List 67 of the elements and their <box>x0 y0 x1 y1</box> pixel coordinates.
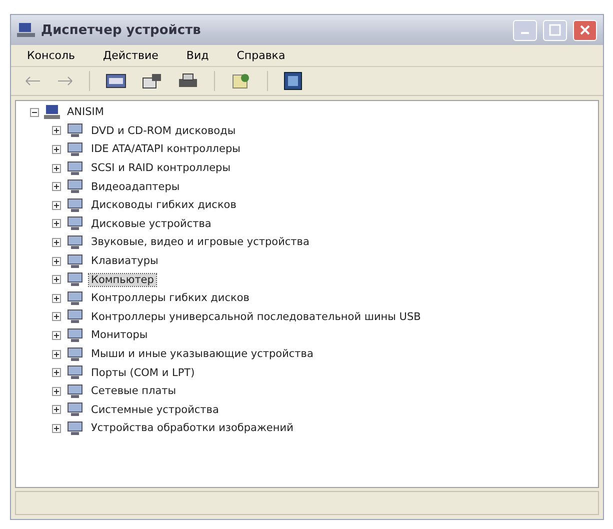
tree-item[interactable]: Контроллеры гибких дисков <box>89 292 252 304</box>
menu-item[interactable]: Вид <box>186 49 209 62</box>
printer-icon[interactable] <box>178 73 198 89</box>
tree-item[interactable]: Контроллеры универсальной последовательной шины USB <box>89 310 423 323</box>
expand-icon[interactable] <box>52 275 61 284</box>
device-icon <box>66 254 84 269</box>
close-icon <box>579 24 591 36</box>
expand-icon[interactable] <box>52 405 61 414</box>
tree-item[interactable]: Сетевые платы <box>89 385 178 398</box>
expand-icon[interactable] <box>52 368 61 378</box>
expand-icon[interactable] <box>52 200 61 210</box>
expand-icon[interactable] <box>52 238 61 247</box>
properties-icon[interactable] <box>142 73 162 89</box>
expand-icon[interactable] <box>52 182 61 192</box>
tree-item[interactable]: Порты (COM и LPT) <box>89 366 197 379</box>
close-button[interactable] <box>573 20 597 40</box>
tree-item[interactable]: Звуковые, видео и игровые устройства <box>89 236 312 248</box>
menu-item[interactable]: Справка <box>236 49 286 62</box>
device-icon <box>66 402 84 418</box>
device-icon <box>66 216 84 232</box>
menu-item[interactable]: Консоль <box>27 49 76 62</box>
minimize-icon <box>521 32 529 34</box>
computer-icon <box>17 22 35 38</box>
device-icon <box>66 234 84 250</box>
tree-item[interactable]: Клавиатуры <box>89 255 160 268</box>
tree-item[interactable]: Дисководы гибких дисков <box>89 199 238 212</box>
tree-item[interactable]: Устройства обработки изображений <box>89 422 296 434</box>
expand-icon[interactable] <box>52 312 61 322</box>
device-icon <box>66 123 84 138</box>
device-icon <box>66 142 84 157</box>
window-title: Диспетчер устройств <box>41 22 202 38</box>
device-icon <box>66 272 84 288</box>
expand-icon[interactable] <box>52 386 61 396</box>
menu-item[interactable]: Действие <box>103 49 158 62</box>
device-icon <box>66 346 84 362</box>
tree-item[interactable]: Мониторы <box>89 329 150 342</box>
device-icon <box>66 309 84 324</box>
collapse-icon[interactable] <box>30 108 39 117</box>
tree-item[interactable]: Компьютер <box>89 274 156 286</box>
tree-item[interactable]: Системные устройства <box>89 404 221 416</box>
device-icon <box>66 198 84 213</box>
device-icon <box>66 384 84 399</box>
tree-item[interactable]: DVD и CD-ROM дисководы <box>89 124 238 137</box>
expand-icon[interactable] <box>52 126 61 136</box>
expand-icon[interactable] <box>52 294 61 303</box>
expand-icon[interactable] <box>52 219 61 228</box>
device-icon <box>66 328 84 343</box>
device-icon <box>66 420 84 436</box>
device-icon <box>66 290 84 306</box>
window-icon[interactable] <box>106 74 126 88</box>
tree-item[interactable]: SCSI и RAID контроллеры <box>89 162 233 174</box>
expand-icon[interactable] <box>52 424 61 433</box>
expand-icon[interactable] <box>52 144 61 154</box>
expand-icon[interactable] <box>52 164 61 173</box>
device-icon <box>66 365 84 380</box>
device-icon <box>66 160 84 176</box>
tree-item[interactable]: ANISIM <box>65 106 106 118</box>
expand-icon[interactable] <box>52 350 61 359</box>
maximize-icon <box>549 24 561 36</box>
computer-icon <box>44 105 60 120</box>
tree-item[interactable]: Мыши и иные указывающие устройства <box>89 348 316 360</box>
tree-item[interactable]: Видеоадаптеры <box>89 180 182 193</box>
tree-item[interactable]: IDE ATA/ATAPI контроллеры <box>89 143 242 156</box>
expand-icon[interactable] <box>52 256 61 266</box>
device-icon <box>66 179 84 194</box>
expand-icon[interactable] <box>52 330 61 340</box>
tree-item[interactable]: Дисковые устройства <box>89 218 214 230</box>
